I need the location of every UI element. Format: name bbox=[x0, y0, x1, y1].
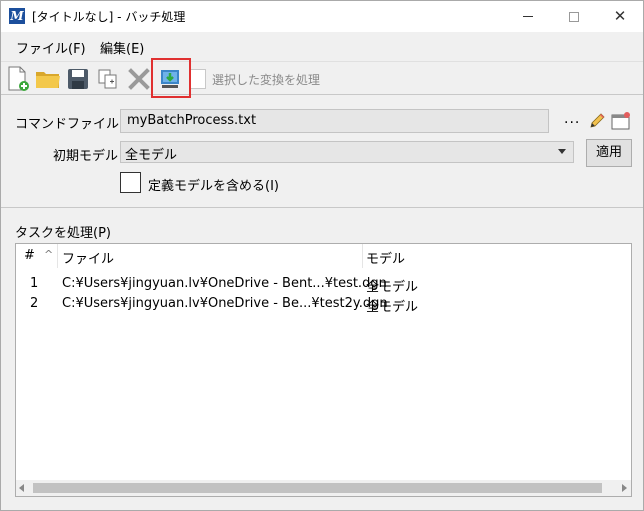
close-button[interactable]: ✕ bbox=[597, 1, 643, 32]
process-selected-checkbox[interactable] bbox=[190, 69, 206, 89]
include-definition-models-label: 定義モデルを含める(I) bbox=[148, 179, 279, 194]
new-window-icon[interactable] bbox=[611, 112, 631, 130]
horizontal-scrollbar[interactable] bbox=[16, 480, 631, 496]
maximize-button[interactable] bbox=[551, 1, 597, 32]
menu-edit[interactable]: 編集(E) bbox=[100, 38, 144, 57]
new-button[interactable] bbox=[5, 66, 31, 92]
row-number: 1 bbox=[30, 276, 39, 291]
scrollbar-thumb[interactable] bbox=[33, 483, 602, 493]
menu-file[interactable]: ファイル(F) bbox=[16, 38, 86, 57]
new-document-icon bbox=[8, 66, 29, 91]
close-icon: ✕ bbox=[613, 7, 627, 25]
column-header-model[interactable]: モデル bbox=[366, 248, 405, 267]
delete-button[interactable] bbox=[126, 66, 152, 92]
column-header-file[interactable]: ファイル bbox=[62, 248, 114, 267]
divider bbox=[1, 207, 643, 208]
list-header: # ^ ファイル モデル bbox=[16, 244, 631, 268]
save-icon bbox=[68, 69, 88, 89]
command-file-field[interactable]: myBatchProcess.txt bbox=[120, 109, 549, 133]
row-model: 全モデル bbox=[366, 280, 419, 295]
toolbar: 選択した変換を処理 bbox=[1, 61, 643, 95]
initial-model-label: 初期モデル bbox=[53, 149, 119, 164]
pencil-icon[interactable] bbox=[588, 112, 606, 130]
process-selected-label: 選択した変換を処理 bbox=[212, 73, 321, 87]
tasks-section-label: タスクを処理(P) bbox=[15, 226, 111, 241]
initial-model-value: 全モデル bbox=[125, 148, 178, 163]
delete-icon bbox=[128, 68, 150, 90]
row-number: 2 bbox=[30, 296, 39, 311]
maximize-icon bbox=[569, 11, 579, 22]
copy-icon bbox=[98, 69, 117, 89]
save-button[interactable] bbox=[65, 66, 91, 92]
scroll-left-icon[interactable] bbox=[19, 484, 24, 492]
batch-process-window: M [タイトルなし] - バッチ処理 ✕ ファイル(F) 編集(E) 選択した変… bbox=[0, 0, 644, 511]
initial-model-select[interactable]: 全モデル bbox=[120, 141, 574, 163]
table-row[interactable]: 1 C:¥Users¥jingyuan.lv¥OneDrive - Bent..… bbox=[16, 274, 631, 295]
menu-bar: ファイル(F) 編集(E) bbox=[1, 34, 643, 58]
highlight-frame bbox=[151, 58, 191, 98]
row-file: C:¥Users¥jingyuan.lv¥OneDrive - Be...¥te… bbox=[62, 296, 388, 311]
task-list[interactable]: # ^ ファイル モデル 1 C:¥Users¥jingyuan.lv¥OneD… bbox=[15, 243, 632, 497]
sort-ascending-icon: ^ bbox=[44, 248, 54, 261]
title-bar: M [タイトルなし] - バッチ処理 ✕ bbox=[1, 1, 643, 32]
command-file-label: コマンドファイル bbox=[15, 117, 120, 132]
column-divider[interactable] bbox=[57, 244, 58, 268]
chevron-down-icon bbox=[558, 149, 566, 154]
row-file: C:¥Users¥jingyuan.lv¥OneDrive - Bent...¥… bbox=[62, 276, 387, 291]
minimize-button[interactable] bbox=[505, 1, 551, 32]
column-header-number[interactable]: # bbox=[24, 248, 35, 263]
column-divider[interactable] bbox=[362, 244, 363, 268]
apply-button[interactable]: 適用 bbox=[586, 139, 632, 167]
open-folder-icon bbox=[36, 72, 60, 88]
scroll-right-icon[interactable] bbox=[622, 484, 627, 492]
include-definition-models-checkbox[interactable] bbox=[120, 172, 141, 193]
window-title: [タイトルなし] - バッチ処理 bbox=[32, 10, 186, 24]
table-row[interactable]: 2 C:¥Users¥jingyuan.lv¥OneDrive - Be...¥… bbox=[16, 294, 631, 315]
open-button[interactable] bbox=[35, 66, 61, 92]
app-logo-icon: M bbox=[9, 8, 25, 24]
copy-button[interactable] bbox=[95, 66, 121, 92]
minimize-icon bbox=[523, 16, 533, 17]
row-model: 全モデル bbox=[366, 300, 419, 315]
browse-button[interactable]: ... bbox=[564, 111, 580, 127]
